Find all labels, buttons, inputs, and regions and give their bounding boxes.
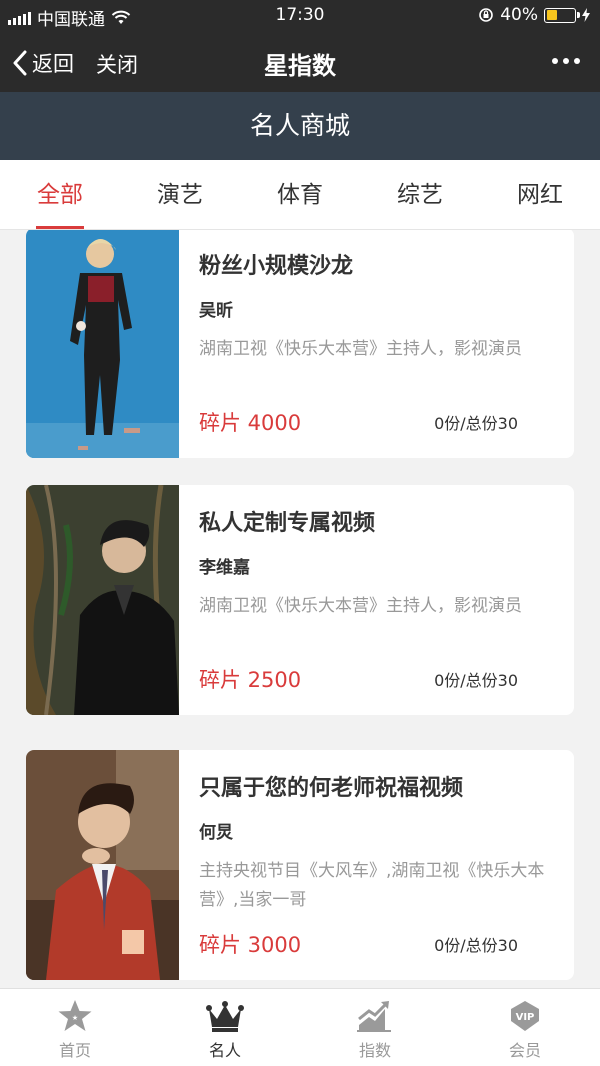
product-card[interactable]: 只属于您的何老师祝福视频 何炅 主持央视节目《大风车》,湖南卫视《快乐大本营》,… [26,750,574,980]
tab-sports[interactable]: 体育 [240,160,360,229]
product-list: 粉丝小规模沙龙 吴昕 湖南卫视《快乐大本营》主持人，影视演员 碎片 4000 0… [0,230,600,988]
product-price: 碎片 4000 [199,411,302,435]
product-info: 私人定制专属视频 李维嘉 湖南卫视《快乐大本营》主持人，影视演员 碎片 2500… [199,485,554,715]
bottom-nav-celebrity[interactable]: 名人 [150,989,300,1066]
celebrity-photo [26,230,179,458]
bottom-nav-label: 首页 [58,1041,91,1060]
product-price: 碎片 3000 [199,933,302,957]
celebrity-photo [26,485,179,715]
product-card[interactable]: 私人定制专属视频 李维嘉 湖南卫视《快乐大本营》主持人，影视演员 碎片 2500… [26,485,574,715]
tab-variety[interactable]: 综艺 [360,160,480,229]
page-header: 名人商城 [0,92,600,160]
tab-performing-arts[interactable]: 演艺 [120,160,240,229]
celebrity-description: 主持央视节目《大风车》,湖南卫视《快乐大本营》,当家一哥 [199,861,545,910]
more-button[interactable] [552,58,580,64]
celebrity-photo [26,750,179,980]
tab-influencer[interactable]: 网红 [480,160,600,229]
bottom-nav-label: 会员 [508,1041,541,1060]
bottom-nav-vip[interactable]: VIP 会员 [450,989,600,1066]
bottom-nav-label: 名人 [208,1041,241,1060]
nav-bar: 返回 关闭 星指数 [0,32,600,92]
category-tabs: 全部 演艺 体育 综艺 网红 [0,160,600,230]
product-stock: 0份/总份30 [434,414,518,433]
product-title: 粉丝小规模沙龙 [199,254,354,279]
celebrity-description: 湖南卫视《快乐大本营》主持人，影视演员 [199,339,522,359]
product-info: 只属于您的何老师祝福视频 何炅 主持央视节目《大风车》,湖南卫视《快乐大本营》,… [199,750,554,980]
product-title: 只属于您的何老师祝福视频 [199,776,464,801]
status-bar: 中国联通 17:30 40% [0,0,600,32]
celebrity-name: 吴昕 [199,301,233,321]
product-price: 碎片 2500 [199,668,302,692]
bottom-nav-index[interactable]: 指数 [300,989,450,1066]
nav-title: 星指数 [264,52,336,80]
celebrity-name: 何炅 [199,823,233,843]
orientation-lock-icon [479,8,494,22]
product-stock: 0份/总份30 [434,671,518,690]
bottom-nav: ★ 首页 名人 指数 VIP 会员 [0,988,600,1066]
bottom-nav-home[interactable]: ★ 首页 [0,989,150,1066]
charging-icon [582,8,590,22]
product-title: 私人定制专属视频 [199,511,376,536]
more-dots-icon [552,58,558,64]
celebrity-name: 李维嘉 [199,558,250,578]
battery-icon [544,7,580,23]
product-card[interactable]: 粉丝小规模沙龙 吴昕 湖南卫视《快乐大本营》主持人，影视演员 碎片 4000 0… [26,230,574,458]
product-info: 粉丝小规模沙龙 吴昕 湖南卫视《快乐大本营》主持人，影视演员 碎片 4000 0… [199,230,554,458]
svg-text:★: ★ [72,1014,78,1022]
vip-icon: VIP [511,1001,539,1031]
star-icon: ★ [58,1000,92,1031]
celebrity-description: 湖南卫视《快乐大本营》主持人，影视演员 [199,596,522,616]
chart-icon [357,1001,391,1032]
crown-icon [206,1001,244,1032]
bottom-nav-label: 指数 [358,1041,391,1060]
tab-all[interactable]: 全部 [0,160,120,229]
battery-percent: 40% [500,5,538,25]
product-stock: 0份/总份30 [434,936,518,955]
svg-text:VIP: VIP [516,1012,535,1023]
